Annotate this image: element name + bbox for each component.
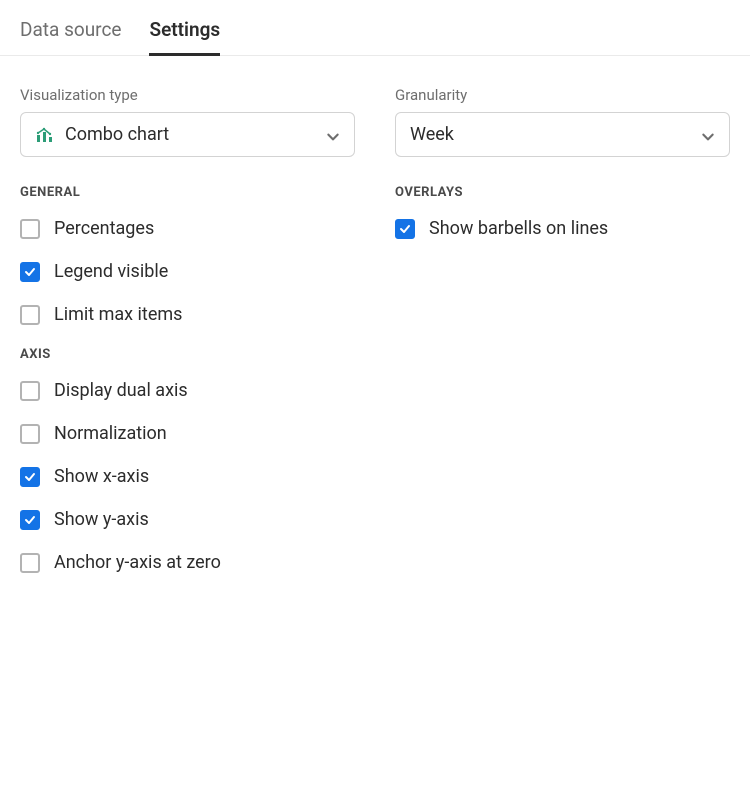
dual-axis-checkbox-row[interactable]: Display dual axis (20, 380, 355, 401)
show-y-checkbox[interactable] (20, 510, 40, 530)
normalization-checkbox-row[interactable]: Normalization (20, 423, 355, 444)
percentages-checkbox-row[interactable]: Percentages (20, 218, 355, 239)
legend-visible-checkbox[interactable] (20, 262, 40, 282)
chevron-down-icon (326, 128, 340, 142)
percentages-label: Percentages (54, 218, 154, 239)
limit-max-checkbox[interactable] (20, 305, 40, 325)
show-y-label: Show y-axis (54, 509, 149, 530)
general-section-title: GENERAL (20, 185, 355, 200)
show-x-label: Show x-axis (54, 466, 149, 487)
visualization-type-select[interactable]: Combo chart (20, 112, 355, 157)
combo-chart-icon (35, 127, 55, 143)
anchor-y-checkbox-row[interactable]: Anchor y-axis at zero (20, 552, 355, 573)
barbells-checkbox-row[interactable]: Show barbells on lines (395, 218, 730, 239)
tab-data-source[interactable]: Data source (20, 18, 121, 55)
left-column: Visualization type Combo chart (20, 86, 355, 595)
visualization-type-value: Combo chart (65, 124, 169, 145)
normalization-label: Normalization (54, 423, 167, 444)
tab-settings[interactable]: Settings (149, 18, 220, 55)
granularity-label: Granularity (395, 86, 730, 104)
granularity-value: Week (410, 124, 454, 145)
right-column: Granularity Week OVERLAYS Show barbells … (395, 86, 730, 595)
legend-visible-label: Legend visible (54, 261, 168, 282)
axis-section-title: AXIS (20, 347, 355, 362)
barbells-checkbox[interactable] (395, 219, 415, 239)
limit-max-label: Limit max items (54, 304, 182, 325)
barbells-label: Show barbells on lines (429, 218, 608, 239)
granularity-select[interactable]: Week (395, 112, 730, 157)
select-left: Combo chart (35, 124, 169, 145)
anchor-y-label: Anchor y-axis at zero (54, 552, 221, 573)
tab-bar: Data source Settings (0, 0, 750, 56)
limit-max-checkbox-row[interactable]: Limit max items (20, 304, 355, 325)
normalization-checkbox[interactable] (20, 424, 40, 444)
select-left: Week (410, 124, 454, 145)
settings-content: Visualization type Combo chart (0, 56, 750, 615)
visualization-type-label: Visualization type (20, 86, 355, 104)
show-y-checkbox-row[interactable]: Show y-axis (20, 509, 355, 530)
percentages-checkbox[interactable] (20, 219, 40, 239)
legend-visible-checkbox-row[interactable]: Legend visible (20, 261, 355, 282)
show-x-checkbox-row[interactable]: Show x-axis (20, 466, 355, 487)
show-x-checkbox[interactable] (20, 467, 40, 487)
anchor-y-checkbox[interactable] (20, 553, 40, 573)
overlays-section-title: OVERLAYS (395, 185, 730, 200)
dual-axis-label: Display dual axis (54, 380, 188, 401)
chevron-down-icon (701, 128, 715, 142)
dual-axis-checkbox[interactable] (20, 381, 40, 401)
